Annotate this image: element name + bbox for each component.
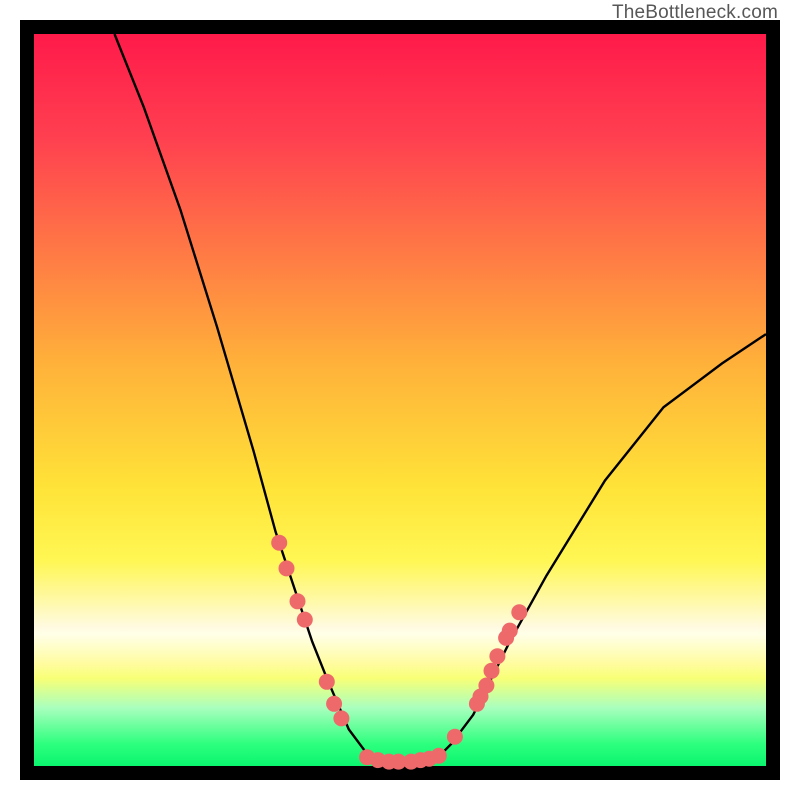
bottleneck-chart: TheBottleneck.com [0,0,800,800]
marker-dot [326,696,342,712]
marker-dot [489,648,505,664]
marker-dot [431,748,447,764]
plot-frame: TheBottleneck.com [20,20,780,780]
bottom-markers [359,748,447,770]
marker-dot [502,623,518,639]
marker-dot [279,560,295,576]
marker-dot [333,710,349,726]
marker-dot [297,612,313,628]
left-markers [271,535,349,727]
marker-dot [447,729,463,745]
marker-dot [484,663,500,679]
bottleneck-curve [115,34,767,762]
marker-dot [271,535,287,551]
marker-dot [478,678,494,694]
marker-dot [511,604,527,620]
right-markers [447,604,527,744]
marker-dot [319,674,335,690]
curve-path [115,34,767,762]
marker-dot [290,593,306,609]
chart-overlay-svg [20,20,780,780]
